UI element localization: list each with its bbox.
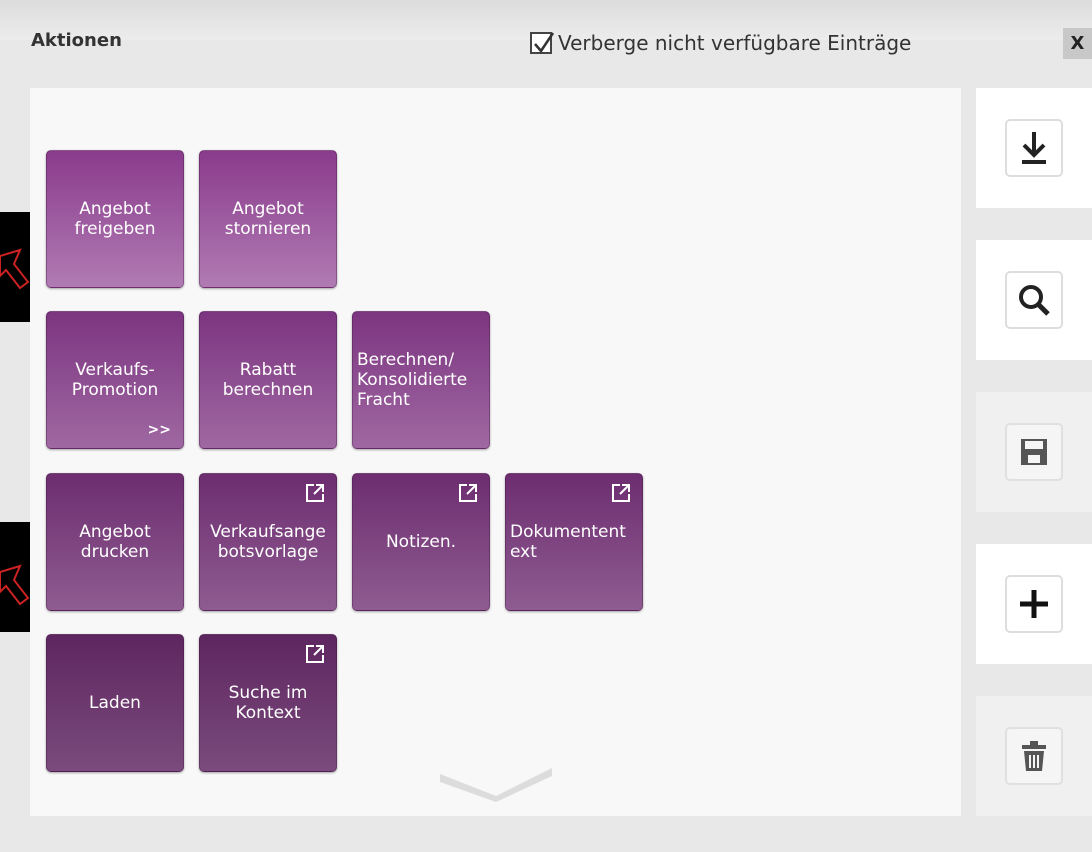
external-link-icon	[459, 484, 477, 502]
tile-label: Laden	[89, 693, 141, 713]
external-link-icon	[306, 645, 324, 663]
search-button[interactable]	[976, 240, 1092, 360]
actions-panel: Angebot freigeben Angebot stornieren Verka…	[30, 88, 961, 816]
plus-icon	[1005, 575, 1063, 633]
tile-label: Angebot freigeben	[74, 199, 156, 239]
save-button[interactable]	[976, 392, 1092, 512]
tile-dokumententext[interactable]: Dokumentent ext	[505, 473, 643, 611]
delete-button[interactable]	[976, 696, 1092, 816]
checkmark-icon	[534, 32, 555, 54]
tile-laden[interactable]: Laden	[46, 634, 184, 772]
more-icon: >>	[147, 422, 171, 438]
tile-notizen[interactable]: Notizen.	[352, 473, 490, 611]
dialog-title: Aktionen	[31, 30, 122, 51]
tile-verkaufsangebotsvorlage[interactable]: Verkaufsange botsvorlage	[199, 473, 337, 611]
trash-icon	[1005, 727, 1063, 785]
tile-angebot-freigeben[interactable]: Angebot freigeben	[46, 150, 184, 288]
search-icon	[1005, 271, 1063, 329]
scroll-down-icon[interactable]	[440, 768, 552, 802]
add-button[interactable]	[976, 544, 1092, 664]
hide-unavailable-option[interactable]: Verberge nicht verfügbare Einträge	[530, 28, 911, 58]
tile-label: Angebot stornieren	[224, 199, 312, 239]
close-button[interactable]: X	[1063, 28, 1092, 59]
tile-angebot-stornieren[interactable]: Angebot stornieren	[199, 150, 337, 288]
download-button[interactable]	[976, 88, 1092, 208]
hide-unavailable-label: Verberge nicht verfügbare Einträge	[558, 31, 912, 55]
save-icon	[1005, 423, 1063, 481]
tile-berechnen-fracht[interactable]: Berechnen/ Konsolidierte Fracht	[352, 311, 490, 449]
tile-verkaufs-promotion[interactable]: Verkaufs- Promotion >>	[46, 311, 184, 449]
download-icon	[1005, 119, 1063, 177]
external-link-icon	[306, 484, 324, 502]
tile-rabatt-berechnen[interactable]: Rabatt berechnen	[199, 311, 337, 449]
tile-suche-im-kontext[interactable]: Suche im Kontext	[199, 634, 337, 772]
external-link-icon	[612, 484, 630, 502]
tile-label: Angebot drucken	[79, 522, 151, 562]
tile-angebot-drucken[interactable]: Angebot drucken	[46, 473, 184, 611]
hide-unavailable-checkbox[interactable]	[530, 32, 555, 54]
tile-label: Rabatt berechnen	[222, 360, 314, 400]
tile-label: Berechnen/ Konsolidierte Fracht	[357, 350, 468, 410]
